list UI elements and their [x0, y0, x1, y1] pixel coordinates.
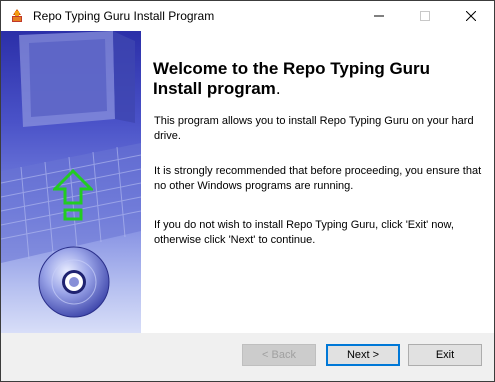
installer-icon: [12, 9, 22, 22]
maximize-icon: [420, 11, 430, 21]
warning-paragraph: It is strongly recommended that before p…: [154, 165, 482, 192]
close-button[interactable]: [448, 1, 494, 31]
minimize-button[interactable]: [356, 1, 402, 31]
exit-button[interactable]: Exit: [408, 344, 482, 366]
intro-paragraph: This program allows you to install Repo …: [154, 115, 474, 142]
installer-window: Repo Typing Guru Install Program Welcome…: [0, 0, 495, 382]
button-bar: < Back Next > Exit: [1, 333, 494, 381]
up-arrow-icon: [53, 169, 93, 221]
close-icon: [466, 11, 476, 21]
welcome-heading-period: .: [275, 79, 281, 98]
side-banner: [1, 31, 141, 333]
maximize-button[interactable]: [402, 1, 448, 31]
welcome-heading-text: Welcome to the Repo Typing Guru Install …: [153, 59, 431, 98]
welcome-heading: Welcome to the Repo Typing Guru Install …: [153, 59, 483, 99]
title-bar[interactable]: Repo Typing Guru Install Program: [1, 1, 494, 31]
next-button[interactable]: Next >: [326, 344, 400, 366]
instruction-paragraph: If you do not wish to install Repo Typin…: [154, 219, 454, 246]
window-title: Repo Typing Guru Install Program: [33, 9, 215, 23]
back-button[interactable]: < Back: [242, 344, 316, 366]
welcome-content: Welcome to the Repo Typing Guru Install …: [141, 31, 494, 333]
cd-disc-icon: [38, 246, 110, 318]
minimize-icon: [374, 15, 384, 17]
